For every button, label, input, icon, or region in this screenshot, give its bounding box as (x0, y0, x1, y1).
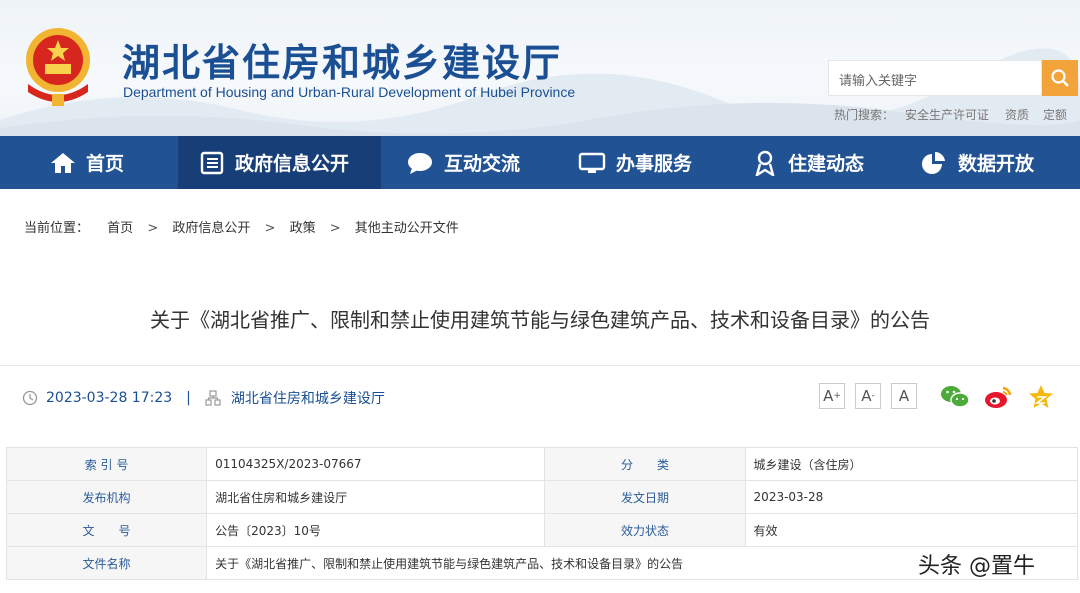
info-label: 发文日期 (544, 480, 746, 514)
font-larger-label: A (823, 387, 834, 405)
breadcrumb-link[interactable]: 首页 (107, 217, 133, 236)
nav-item-services[interactable]: 办事服务 (578, 136, 692, 189)
info-label: 发布机构 (5, 480, 208, 514)
publish-datetime: 2023-03-28 17:23 (46, 390, 173, 406)
pie-chart-icon (922, 151, 945, 174)
meta-separator: | (186, 390, 191, 406)
font-smaller-label: A (861, 387, 872, 405)
document-list-icon (200, 151, 224, 174)
nav-item-label: 互动交流 (444, 153, 521, 175)
breadcrumb-separator: > (147, 221, 159, 236)
font-smaller-button[interactable]: A- (855, 383, 881, 409)
nav-item-interaction[interactable]: 互动交流 (406, 136, 520, 189)
site-header: 湖北省住房和城乡建设厅 Department of Housing and Ur… (0, 0, 1080, 136)
article-meta: 2023-03-28 17:23 | 湖北省住房和城乡建设厅 (22, 388, 385, 408)
nav-item-label: 首页 (86, 153, 125, 175)
info-value: 湖北省住房和城乡建设厅 (206, 480, 546, 514)
hot-search-label: 热门搜索： (834, 108, 895, 122)
breadcrumb-link[interactable]: 政府信息公开 (172, 217, 250, 236)
nav-item-label: 办事服务 (616, 153, 693, 175)
hot-search-link[interactable]: 资质 (1005, 106, 1029, 123)
font-reset-label: A (898, 387, 910, 405)
info-value: 01104325X/2023-07667 (206, 447, 546, 481)
info-value: 公告〔2023〕10号 (206, 513, 546, 547)
search-input[interactable]: 请输入关键字 (828, 60, 1042, 96)
table-row: 索 引 号 01104325X/2023-07667 分 类 城乡建设（含住房） (5, 447, 1079, 481)
article-source: 湖北省住房和城乡建设厅 (230, 391, 385, 407)
font-larger-button[interactable]: A + (819, 383, 845, 409)
person-badge-icon (755, 150, 775, 176)
font-reset-button[interactable]: A (891, 383, 917, 409)
nav-item-open-data[interactable]: 数据开放 (920, 136, 1034, 189)
info-label: 效力状态 (544, 513, 746, 547)
nav-item-label: 政府信息公开 (235, 153, 350, 175)
info-label: 文件名称 (5, 546, 208, 580)
nav-item-label: 数据开放 (958, 153, 1035, 175)
divider (0, 365, 1080, 366)
site-title: 湖北省住房和城乡建设厅 (122, 41, 563, 85)
qzone-star-icon[interactable] (1026, 384, 1056, 410)
nav-item-gov-info[interactable]: 政府信息公开 (178, 136, 381, 189)
clock-icon (22, 390, 38, 406)
breadcrumb-separator: > (329, 221, 341, 236)
weibo-icon[interactable] (983, 384, 1013, 410)
info-label: 文 号 (5, 513, 208, 547)
hot-search-link[interactable]: 安全生产许可证 (905, 106, 989, 123)
organization-icon (205, 390, 221, 406)
nav-item-news[interactable]: 住建动态 (752, 136, 864, 189)
article-title: 关于《湖北省推广、限制和禁止使用建筑节能与绿色建筑产品、技术和设备目录》的公告 (150, 308, 930, 332)
table-row: 文 号 公告〔2023〕10号 效力状态 有效 (5, 513, 1079, 547)
breadcrumb-separator: > (264, 221, 276, 236)
table-row: 发布机构 湖北省住房和城乡建设厅 发文日期 2023-03-28 (5, 480, 1079, 514)
search-button[interactable] (1042, 60, 1078, 96)
info-label: 索 引 号 (5, 447, 208, 481)
breadcrumb-link[interactable]: 其他主动公开文件 (355, 217, 459, 236)
font-larger-mark: + (833, 391, 841, 401)
site-subtitle: Department of Housing and Urban-Rural De… (123, 84, 576, 100)
breadcrumb-link[interactable]: 政策 (290, 217, 316, 236)
info-value: 城乡建设（含住房） (744, 447, 1079, 481)
wechat-icon[interactable] (940, 384, 970, 410)
info-value: 有效 (744, 513, 1079, 547)
watermark: 头条 @置牛 (918, 554, 1035, 579)
nav-item-home[interactable]: 首页 (50, 136, 124, 189)
monitor-icon (578, 152, 606, 173)
breadcrumb: 当前位置： 首页 > 政府信息公开 > 政策 > 其他主动公开文件 (24, 217, 459, 236)
hot-search-link[interactable]: 定额 (1043, 106, 1067, 123)
font-smaller-mark: - (871, 391, 875, 401)
nav-item-label: 住建动态 (788, 153, 865, 175)
national-emblem-icon[interactable] (18, 22, 98, 110)
main-nav: 首页 政府信息公开 互动交流 办事服务 住建动态 数据开放 (0, 136, 1080, 189)
chat-bubble-icon (408, 152, 432, 174)
breadcrumb-prefix: 当前位置： (24, 221, 90, 236)
search-icon (1051, 69, 1069, 87)
home-icon (51, 152, 75, 173)
info-value: 2023-03-28 (744, 480, 1079, 514)
info-label: 分 类 (544, 447, 746, 481)
table-row: 文件名称 关于《湖北省推广、限制和禁止使用建筑节能与绿色建筑产品、技术和设备目录… (5, 546, 1078, 580)
